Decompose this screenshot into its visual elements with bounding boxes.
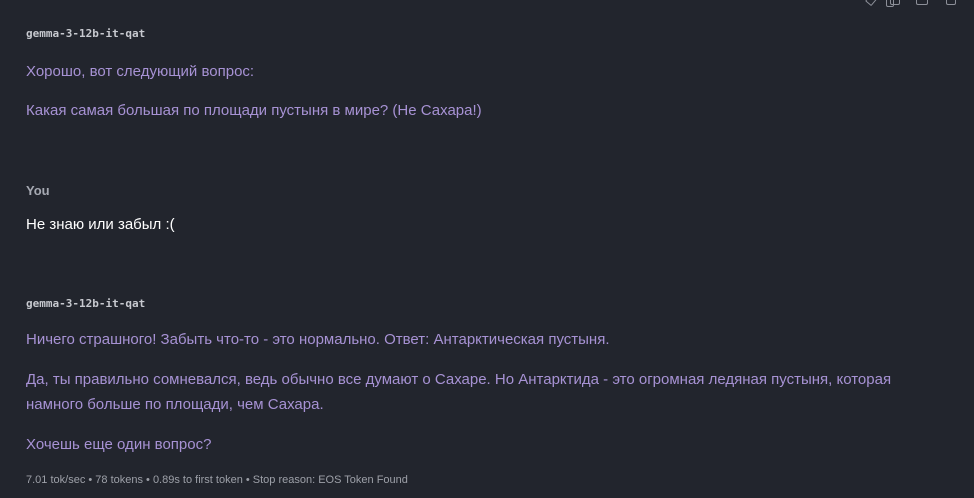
- user-message: You: [26, 183, 944, 198]
- assistant-message: gemma-3-12b-it-qat: [26, 297, 944, 310]
- message-paragraph: Какая самая большая по площади пустыня в…: [26, 102, 482, 119]
- edit-icon[interactable]: [865, 0, 879, 7]
- message-paragraph: Ничего страшного! Забыть что-то - это но…: [26, 331, 610, 348]
- save-icon[interactable]: [916, 0, 928, 5]
- assistant-message: gemma-3-12b-it-qat: [26, 27, 944, 40]
- generation-stats: 7.01 tok/sec • 78 tokens • 0.89s to firs…: [26, 474, 408, 486]
- message-paragraph: Не знаю или забыл :(: [26, 216, 175, 233]
- message-paragraph: Хорошо, вот следующий вопрос:: [26, 63, 255, 80]
- sender-name: gemma-3-12b-it-qat: [26, 27, 146, 40]
- sender-name: You: [26, 183, 50, 198]
- message-paragraph: Да, ты правильно сомневался, ведь обычно…: [26, 371, 892, 413]
- copy-icon[interactable]: [886, 0, 900, 7]
- message-paragraph: Хочешь еще один вопрос?: [26, 436, 212, 453]
- message-toolbar: [834, 0, 974, 8]
- sender-name: gemma-3-12b-it-qat: [26, 297, 146, 310]
- trash-icon[interactable]: [946, 0, 956, 5]
